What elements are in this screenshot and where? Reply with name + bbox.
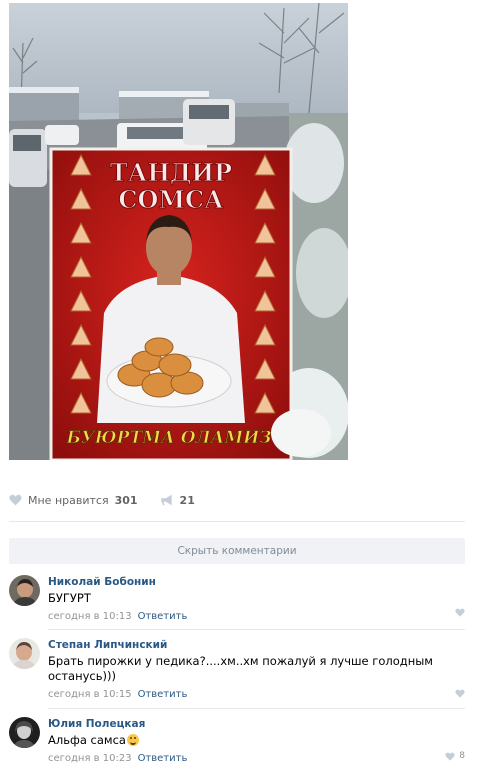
comment-like-button[interactable] — [455, 608, 465, 617]
comment: Николай Бобонин БУГУРТ сегодня в 10:13 От… — [9, 575, 465, 622]
avatar[interactable] — [9, 638, 40, 669]
avatar-image — [9, 717, 40, 748]
divider — [9, 521, 465, 522]
smile-emoji-icon — [126, 734, 139, 746]
comment-time[interactable]: сегодня в 10:23 — [48, 753, 132, 764]
heart-icon — [455, 689, 465, 698]
divider — [48, 708, 465, 709]
share-count: 21 — [179, 493, 195, 507]
sign-bottom-text: БУЮРТМА ОЛАМИЗ — [65, 428, 271, 448]
sign-title-line2: СОМСА — [118, 185, 224, 214]
avatar-image — [9, 638, 40, 669]
avatar[interactable] — [9, 717, 40, 748]
reply-button[interactable]: Ответить — [138, 611, 188, 622]
comment-time[interactable]: сегодня в 10:15 — [48, 689, 132, 700]
reply-button[interactable]: Ответить — [138, 753, 188, 764]
comment-author[interactable]: Степан Липчинский — [48, 638, 465, 652]
heart-icon — [445, 752, 455, 761]
post-photo[interactable]: ТАНДИР СОМСА БУЮРТМА ОЛАМИЗ — [9, 3, 348, 460]
heart-icon — [9, 494, 22, 506]
comment-like-count: 8 — [459, 751, 465, 761]
photo-scene: ТАНДИР СОМСА БУЮРТМА ОЛАМИЗ — [9, 3, 348, 460]
avatar[interactable] — [9, 575, 40, 606]
divider — [48, 629, 465, 630]
comment-text: БУГУРТ — [48, 591, 91, 605]
like-count: 301 — [114, 493, 138, 507]
hide-comments-button[interactable]: Скрыть комментарии — [9, 538, 465, 564]
reply-button[interactable]: Ответить — [138, 689, 188, 700]
avatar-image — [9, 575, 40, 606]
like-label: Мне нравится — [28, 493, 109, 507]
sign-title-line1: ТАНДИР — [110, 158, 232, 187]
comment: Юлия Полецкая Альфа самса сегодня в 10:2… — [9, 717, 465, 765]
heart-icon — [455, 608, 465, 617]
comment: Степан Липчинский Брать пирожки у педика… — [9, 638, 465, 700]
comment-text: Брать пирожки у педика?....хм..хм пожалу… — [48, 654, 433, 683]
post-actions: Мне нравится 301 21 — [9, 490, 217, 510]
share-button[interactable]: 21 — [160, 494, 195, 507]
like-button[interactable]: Мне нравится 301 — [9, 494, 138, 507]
comment-like-button[interactable] — [455, 689, 465, 698]
comment-text: Альфа самса — [48, 733, 126, 747]
comment-like-button[interactable]: 8 — [445, 751, 465, 761]
comment-author[interactable]: Юлия Полецкая — [48, 717, 465, 731]
comment-author[interactable]: Николай Бобонин — [48, 575, 465, 589]
comment-time[interactable]: сегодня в 10:13 — [48, 611, 132, 622]
megaphone-icon — [160, 494, 172, 506]
